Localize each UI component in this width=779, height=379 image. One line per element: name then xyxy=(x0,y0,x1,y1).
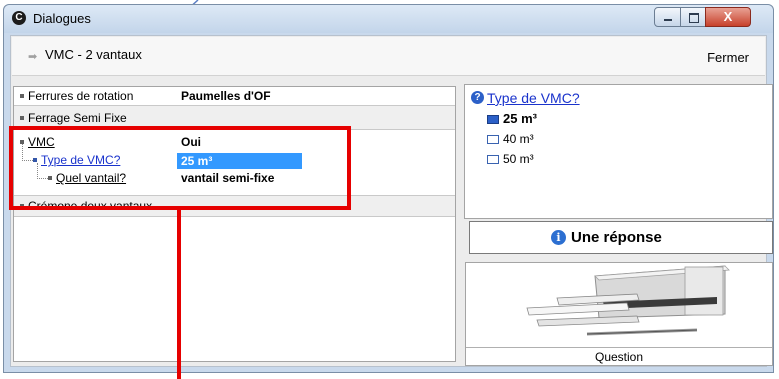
title-bar[interactable]: C Dialogues X xyxy=(4,5,773,33)
highlight-pointer-line xyxy=(177,210,181,379)
window-title: Dialogues xyxy=(33,11,91,26)
radio-selected-icon xyxy=(487,115,499,125)
maximize-button[interactable] xyxy=(680,7,706,27)
ferrage-label: Ferrage Semi Fixe xyxy=(28,111,127,125)
breadcrumb-bar: ➡ VMC - 2 vantaux Fermer xyxy=(12,37,765,76)
ferrures-value: Paumelles d'OF xyxy=(181,89,271,103)
close-icon: X xyxy=(723,9,733,24)
app-logo-icon: C xyxy=(12,11,26,25)
minimize-button[interactable] xyxy=(654,7,681,27)
bullet-icon xyxy=(20,116,24,120)
minimize-icon xyxy=(664,19,672,21)
product-image-panel: Question xyxy=(465,262,773,366)
question-title[interactable]: Type de VMC? xyxy=(487,90,580,106)
maximize-icon xyxy=(689,13,699,23)
radio-icon xyxy=(487,155,499,165)
question-panel: ? Type de VMC? 25 m³ 40 m³ 50 m³ xyxy=(464,84,773,219)
breadcrumb: VMC - 2 vantaux xyxy=(45,47,142,62)
bullet-icon xyxy=(20,94,24,98)
ferrures-label: Ferrures de rotation xyxy=(28,89,134,103)
highlight-box xyxy=(9,126,351,210)
une-reponse-label: Une réponse xyxy=(571,229,662,246)
une-reponse-button[interactable]: i Une réponse xyxy=(469,221,773,254)
help-question-icon: ? xyxy=(471,91,484,104)
info-icon: i xyxy=(551,230,566,245)
option-40[interactable]: 40 m³ xyxy=(487,132,534,146)
image-caption: Question xyxy=(466,347,772,366)
arrow-right-icon: ➡ xyxy=(28,51,38,63)
option-25[interactable]: 25 m³ xyxy=(487,111,537,126)
vmc-product-image xyxy=(526,265,730,336)
radio-icon xyxy=(487,135,499,145)
fermer-button[interactable]: Fermer xyxy=(707,50,749,65)
tree-row-ferrures[interactable]: Ferrures de rotation Paumelles d'OF xyxy=(14,87,455,106)
close-window-button[interactable]: X xyxy=(705,7,751,27)
option-50[interactable]: 50 m³ xyxy=(487,152,534,166)
